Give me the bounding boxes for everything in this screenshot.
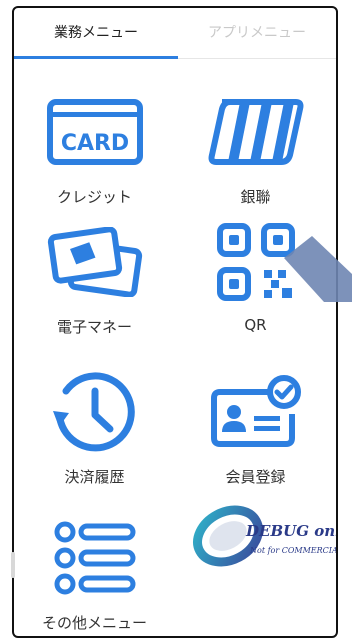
debug-text: DEBUG only <box>246 522 336 540</box>
debug-watermark: DEBUG only Not for COMMERCIAL <box>190 502 338 572</box>
unionpay-icon <box>208 99 303 165</box>
menu-item-credit[interactable]: CARD クレジット <box>14 82 175 222</box>
emoney-cards-icon <box>47 227 142 297</box>
menu-label-emoney: 電子マネー <box>56 318 132 336</box>
side-handle[interactable] <box>11 552 15 578</box>
card-icon: CARD <box>46 99 143 165</box>
member-card-check-icon <box>210 375 301 447</box>
menu-label-member: 会員登録 <box>225 468 286 486</box>
tab-business-menu[interactable]: 業務メニュー <box>14 8 178 58</box>
active-tab-indicator <box>14 56 178 59</box>
menu-label-credit: クレジット <box>56 188 132 206</box>
list-icon <box>54 521 135 595</box>
menu-item-other[interactable]: その他メニュー <box>14 508 175 636</box>
menu-item-unionpay[interactable]: 銀聯 <box>175 82 336 222</box>
pointer-arrow-icon <box>284 236 352 306</box>
tab-bar: 業務メニュー アプリメニュー <box>14 8 336 59</box>
app-frame: 業務メニュー アプリメニュー CARD クレジット 銀聯 電子マネー QR 決済… <box>12 6 338 638</box>
menu-item-member[interactable]: 会員登録 <box>175 362 336 502</box>
history-clock-icon <box>52 372 135 452</box>
menu-item-emoney[interactable]: 電子マネー <box>14 212 175 352</box>
menu-label-other: その他メニュー <box>41 614 147 632</box>
svg-text:CARD: CARD <box>60 131 128 156</box>
debug-subtext: Not for COMMERCIAL <box>250 546 338 555</box>
tab-app-menu[interactable]: アプリメニュー <box>178 8 336 58</box>
menu-label-unionpay: 銀聯 <box>240 188 271 206</box>
menu-label-history: 決済履歴 <box>64 468 125 486</box>
menu-item-history[interactable]: 決済履歴 <box>14 362 175 502</box>
menu-label-qr: QR <box>244 316 267 334</box>
